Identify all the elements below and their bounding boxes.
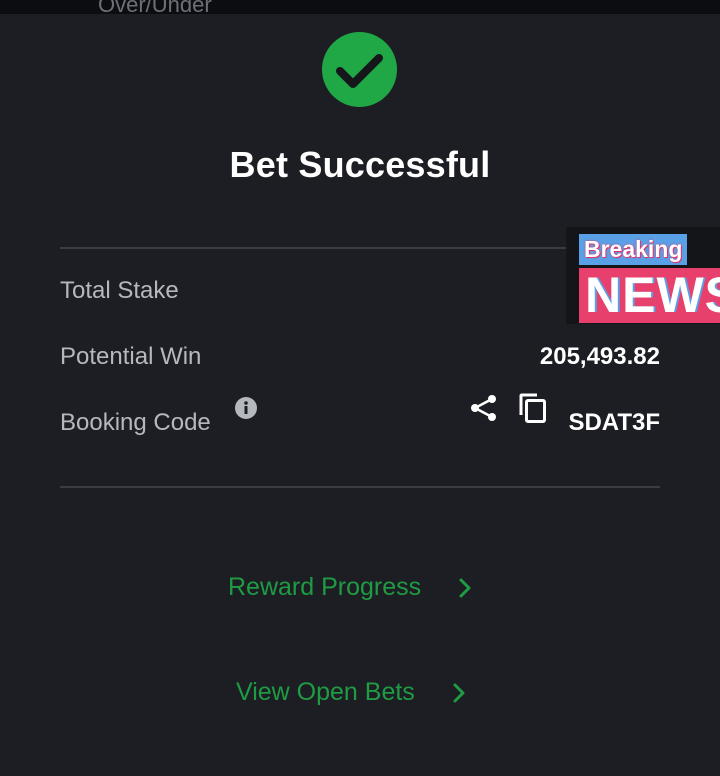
booking-code-label: Booking Code <box>60 409 211 436</box>
breaking-news-overlay: Breaking NEWS <box>566 227 720 324</box>
view-open-bets-link[interactable]: View Open Bets <box>236 678 467 707</box>
reward-progress-label: Reward Progress <box>228 573 422 601</box>
share-icon[interactable] <box>469 393 499 423</box>
bet-success-sheet <box>0 14 720 776</box>
total-stake-label: Total Stake <box>60 277 179 304</box>
divider-bottom <box>60 486 660 488</box>
potential-win-label: Potential Win <box>60 343 202 370</box>
chevron-right-icon <box>459 578 471 597</box>
breaking-label: Breaking <box>579 234 688 265</box>
reward-progress-link[interactable]: Reward Progress <box>228 573 473 602</box>
top-partial-header: Over/Under <box>0 0 720 14</box>
check-circle-icon <box>322 32 397 107</box>
info-icon[interactable] <box>235 397 257 419</box>
copy-icon[interactable] <box>517 392 549 424</box>
potential-win-value: 205,493.82 <box>539 343 660 370</box>
partial-market-label: Over/Under <box>98 0 212 14</box>
view-open-bets-label: View Open Bets <box>236 678 415 706</box>
booking-code-value[interactable]: SDAT3F <box>568 409 660 437</box>
chevron-right-icon <box>453 683 465 702</box>
page-title: Bet Successful <box>229 144 491 185</box>
news-label: NEWS <box>579 268 720 323</box>
